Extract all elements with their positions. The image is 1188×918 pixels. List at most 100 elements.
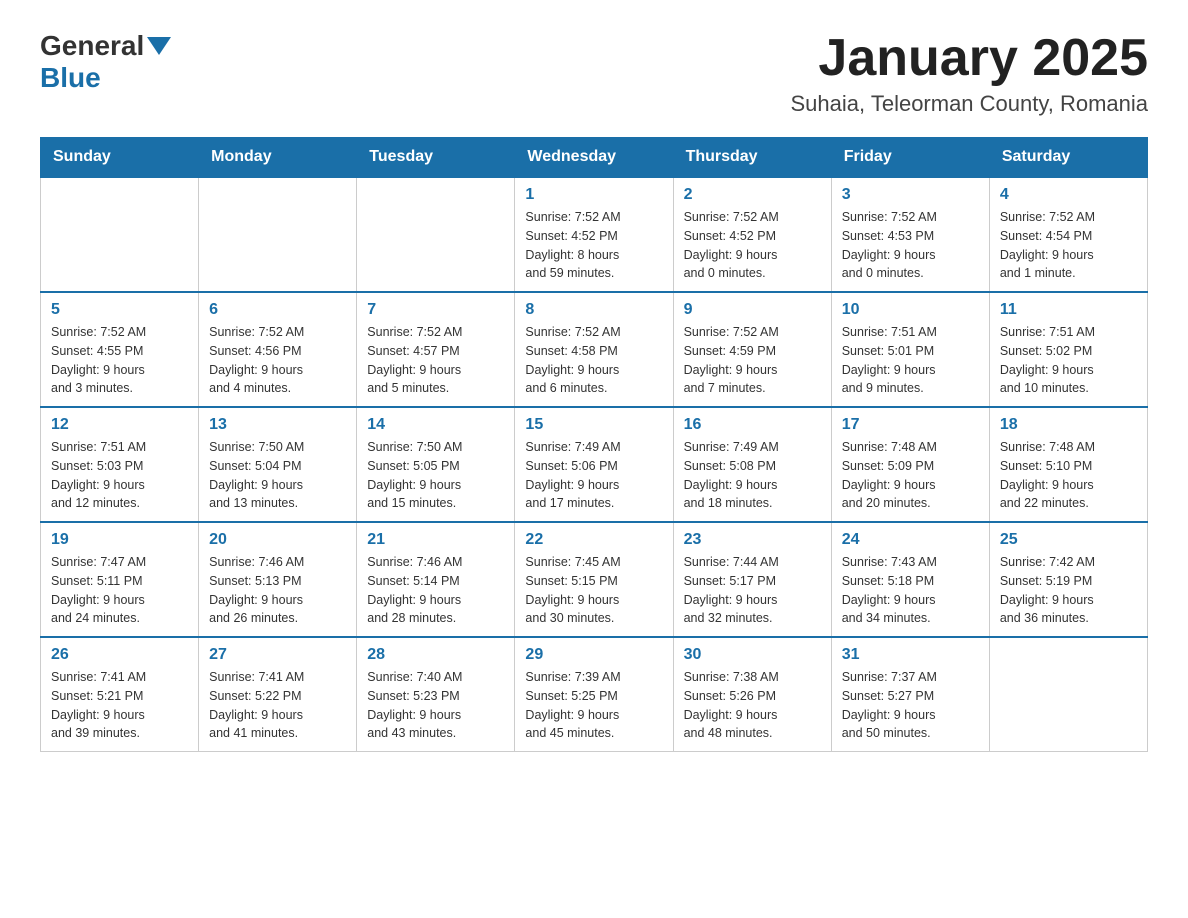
week-row-4: 19 Sunrise: 7:47 AMSunset: 5:11 PMDayligh… xyxy=(41,522,1148,637)
calendar-table: SundayMondayTuesdayWednesdayThursdayFrid… xyxy=(40,137,1148,752)
calendar-cell: 6 Sunrise: 7:52 AMSunset: 4:56 PMDaylight… xyxy=(199,292,357,407)
day-number: 24 xyxy=(842,531,979,549)
calendar-cell: 31 Sunrise: 7:37 AMSunset: 5:27 PMDayligh… xyxy=(831,637,989,752)
calendar-cell: 30Sunrise: 7:38 AMSunset: 5:26 PMDayligh… xyxy=(673,637,831,752)
day-info: Sunrise: 7:41 AMSunset: 5:21 PMDaylight:… xyxy=(51,668,188,743)
day-number: 26 xyxy=(51,646,188,664)
calendar-cell: 19 Sunrise: 7:47 AMSunset: 5:11 PMDayligh… xyxy=(41,522,199,637)
day-number: 4 xyxy=(1000,186,1137,204)
month-title: January 2025 xyxy=(791,30,1149,87)
day-number: 17 xyxy=(842,416,979,434)
calendar-cell: 23Sunrise: 7:44 AMSunset: 5:17 PMDayligh… xyxy=(673,522,831,637)
calendar-cell: 21Sunrise: 7:46 AMSunset: 5:14 PMDayligh… xyxy=(357,522,515,637)
day-number: 13 xyxy=(209,416,346,434)
day-number: 15 xyxy=(525,416,662,434)
day-info: Sunrise: 7:52 AMSunset: 4:55 PMDaylight:… xyxy=(51,323,188,398)
calendar-cell: 13 Sunrise: 7:50 AMSunset: 5:04 PMDayligh… xyxy=(199,407,357,522)
calendar-header-saturday: Saturday xyxy=(989,138,1147,178)
day-info: Sunrise: 7:48 AMSunset: 5:10 PMDaylight:… xyxy=(1000,438,1137,513)
calendar-header-monday: Monday xyxy=(199,138,357,178)
day-info: Sunrise: 7:50 AMSunset: 5:05 PMDaylight:… xyxy=(367,438,504,513)
calendar-cell: 17 Sunrise: 7:48 AMSunset: 5:09 PMDayligh… xyxy=(831,407,989,522)
logo-blue-text: Blue xyxy=(40,62,101,93)
day-number: 18 xyxy=(1000,416,1137,434)
calendar-cell: 25 Sunrise: 7:42 AMSunset: 5:19 PMDayligh… xyxy=(989,522,1147,637)
day-info: Sunrise: 7:52 AMSunset: 4:59 PMDaylight:… xyxy=(684,323,821,398)
calendar-cell: 1 Sunrise: 7:52 AMSunset: 4:52 PMDaylight… xyxy=(515,177,673,292)
day-number: 14 xyxy=(367,416,504,434)
day-info: Sunrise: 7:37 AMSunset: 5:27 PMDaylight:… xyxy=(842,668,979,743)
day-info: Sunrise: 7:52 AMSunset: 4:57 PMDaylight:… xyxy=(367,323,504,398)
calendar-cell: 26 Sunrise: 7:41 AMSunset: 5:21 PMDayligh… xyxy=(41,637,199,752)
day-info: Sunrise: 7:40 AMSunset: 5:23 PMDaylight:… xyxy=(367,668,504,743)
calendar-cell xyxy=(41,177,199,292)
day-info: Sunrise: 7:52 AMSunset: 4:52 PMDaylight:… xyxy=(525,208,662,283)
calendar-header-friday: Friday xyxy=(831,138,989,178)
day-number: 29 xyxy=(525,646,662,664)
day-info: Sunrise: 7:45 AMSunset: 5:15 PMDaylight:… xyxy=(525,553,662,628)
day-number: 9 xyxy=(684,301,821,319)
day-info: Sunrise: 7:52 AMSunset: 4:54 PMDaylight:… xyxy=(1000,208,1137,283)
day-number: 1 xyxy=(525,186,662,204)
location-title: Suhaia, Teleorman County, Romania xyxy=(791,91,1149,117)
calendar-cell: 22 Sunrise: 7:45 AMSunset: 5:15 PMDayligh… xyxy=(515,522,673,637)
calendar-cell: 11 Sunrise: 7:51 AMSunset: 5:02 PMDayligh… xyxy=(989,292,1147,407)
calendar-cell xyxy=(989,637,1147,752)
day-number: 5 xyxy=(51,301,188,319)
title-block: January 2025 Suhaia, Teleorman County, R… xyxy=(791,30,1149,117)
day-number: 3 xyxy=(842,186,979,204)
day-number: 22 xyxy=(525,531,662,549)
calendar-header-thursday: Thursday xyxy=(673,138,831,178)
day-info: Sunrise: 7:49 AMSunset: 5:08 PMDaylight:… xyxy=(684,438,821,513)
week-row-1: 1 Sunrise: 7:52 AMSunset: 4:52 PMDaylight… xyxy=(41,177,1148,292)
day-number: 25 xyxy=(1000,531,1137,549)
calendar-header-sunday: Sunday xyxy=(41,138,199,178)
logo: General Blue xyxy=(40,30,174,94)
logo-arrow-icon xyxy=(147,37,171,55)
day-info: Sunrise: 7:46 AMSunset: 5:13 PMDaylight:… xyxy=(209,553,346,628)
calendar-cell xyxy=(199,177,357,292)
day-number: 23 xyxy=(684,531,821,549)
day-info: Sunrise: 7:49 AMSunset: 5:06 PMDaylight:… xyxy=(525,438,662,513)
day-info: Sunrise: 7:52 AMSunset: 4:58 PMDaylight:… xyxy=(525,323,662,398)
day-info: Sunrise: 7:42 AMSunset: 5:19 PMDaylight:… xyxy=(1000,553,1137,628)
day-number: 30 xyxy=(684,646,821,664)
day-info: Sunrise: 7:51 AMSunset: 5:02 PMDaylight:… xyxy=(1000,323,1137,398)
calendar-cell: 29 Sunrise: 7:39 AMSunset: 5:25 PMDayligh… xyxy=(515,637,673,752)
calendar-cell: 27 Sunrise: 7:41 AMSunset: 5:22 PMDayligh… xyxy=(199,637,357,752)
day-number: 28 xyxy=(367,646,504,664)
week-row-3: 12Sunrise: 7:51 AMSunset: 5:03 PMDayligh… xyxy=(41,407,1148,522)
calendar-cell: 2 Sunrise: 7:52 AMSunset: 4:52 PMDaylight… xyxy=(673,177,831,292)
calendar-cell: 15 Sunrise: 7:49 AMSunset: 5:06 PMDayligh… xyxy=(515,407,673,522)
day-number: 27 xyxy=(209,646,346,664)
day-info: Sunrise: 7:41 AMSunset: 5:22 PMDaylight:… xyxy=(209,668,346,743)
day-info: Sunrise: 7:50 AMSunset: 5:04 PMDaylight:… xyxy=(209,438,346,513)
day-number: 12 xyxy=(51,416,188,434)
day-info: Sunrise: 7:39 AMSunset: 5:25 PMDaylight:… xyxy=(525,668,662,743)
day-number: 11 xyxy=(1000,301,1137,319)
calendar-header-row: SundayMondayTuesdayWednesdayThursdayFrid… xyxy=(41,138,1148,178)
calendar-cell: 16 Sunrise: 7:49 AMSunset: 5:08 PMDayligh… xyxy=(673,407,831,522)
day-info: Sunrise: 7:52 AMSunset: 4:56 PMDaylight:… xyxy=(209,323,346,398)
day-info: Sunrise: 7:52 AMSunset: 4:52 PMDaylight:… xyxy=(684,208,821,283)
day-number: 6 xyxy=(209,301,346,319)
calendar-header-tuesday: Tuesday xyxy=(357,138,515,178)
calendar-cell: 12Sunrise: 7:51 AMSunset: 5:03 PMDayligh… xyxy=(41,407,199,522)
page-header: General Blue January 2025 Suhaia, Teleor… xyxy=(40,30,1148,117)
day-info: Sunrise: 7:47 AMSunset: 5:11 PMDaylight:… xyxy=(51,553,188,628)
calendar-cell: 9 Sunrise: 7:52 AMSunset: 4:59 PMDaylight… xyxy=(673,292,831,407)
day-number: 16 xyxy=(684,416,821,434)
week-row-2: 5 Sunrise: 7:52 AMSunset: 4:55 PMDaylight… xyxy=(41,292,1148,407)
day-number: 31 xyxy=(842,646,979,664)
day-number: 20 xyxy=(209,531,346,549)
calendar-header-wednesday: Wednesday xyxy=(515,138,673,178)
calendar-cell: 7 Sunrise: 7:52 AMSunset: 4:57 PMDaylight… xyxy=(357,292,515,407)
day-info: Sunrise: 7:52 AMSunset: 4:53 PMDaylight:… xyxy=(842,208,979,283)
calendar-cell: 20 Sunrise: 7:46 AMSunset: 5:13 PMDayligh… xyxy=(199,522,357,637)
day-info: Sunrise: 7:48 AMSunset: 5:09 PMDaylight:… xyxy=(842,438,979,513)
calendar-cell: 14 Sunrise: 7:50 AMSunset: 5:05 PMDayligh… xyxy=(357,407,515,522)
day-number: 8 xyxy=(525,301,662,319)
day-number: 2 xyxy=(684,186,821,204)
day-number: 7 xyxy=(367,301,504,319)
day-number: 19 xyxy=(51,531,188,549)
